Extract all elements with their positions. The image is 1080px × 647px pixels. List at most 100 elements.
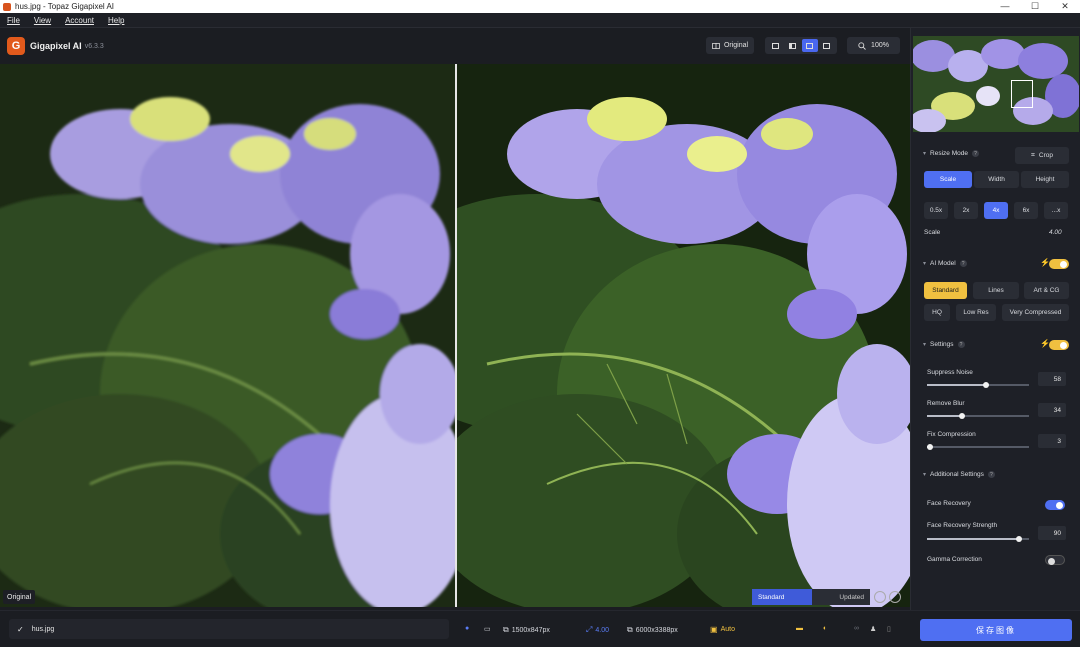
gigapixel-logo-icon: G: [7, 37, 25, 55]
ai-model-header[interactable]: ▾ AI Model ?: [923, 260, 967, 267]
output-size-icon: ⧉: [627, 625, 633, 634]
folder-icon[interactable]: ▭: [484, 625, 491, 633]
ai-model-toggle[interactable]: [1049, 259, 1069, 269]
model-lines[interactable]: Lines: [973, 282, 1019, 299]
preview-image-pane: [457, 64, 910, 607]
slider-knob[interactable]: [1015, 536, 1022, 542]
model-hq[interactable]: HQ: [924, 304, 950, 321]
person-icon[interactable]: ♟: [870, 625, 876, 633]
menu-file[interactable]: File: [0, 16, 27, 25]
tab-width[interactable]: Width: [974, 171, 1019, 188]
tab-height[interactable]: Height: [1021, 171, 1069, 188]
tab-scale[interactable]: Scale: [924, 171, 972, 188]
selected-check-icon[interactable]: ●: [465, 625, 469, 632]
output-size-value: 6000x3388px: [635, 626, 678, 634]
model-low-res[interactable]: Low Res: [956, 304, 996, 321]
output-scale: ⤢ 4.00: [586, 625, 609, 635]
slider-fill: [927, 538, 1019, 540]
viewport-indicator[interactable]: [1011, 80, 1033, 108]
slider-knob[interactable]: [927, 444, 934, 450]
auto-label: Auto: [720, 626, 735, 633]
original-image: [0, 64, 455, 607]
view-split-button[interactable]: [785, 39, 801, 52]
fix-compression-value[interactable]: 3: [1038, 434, 1066, 448]
face-recovery-toggle[interactable]: [1045, 500, 1065, 510]
quad-view-icon: [823, 42, 830, 49]
bottom-bar: ✓ hus.jpg ● ▭ ⧉ 1500x847px ⤢ 4.00 ⧉ 6000…: [0, 610, 1080, 647]
fix-compression-slider[interactable]: [927, 444, 1029, 450]
minimize-button[interactable]: —: [990, 0, 1020, 13]
remove-blur-slider[interactable]: [927, 413, 1029, 419]
help-icon[interactable]: ?: [959, 260, 967, 267]
compare-face-icon[interactable]: [874, 591, 886, 603]
file-list-item[interactable]: ✓ hus.jpg: [9, 619, 449, 639]
face-recovery-label: Face Recovery: [927, 500, 971, 507]
original-button-label: Original: [723, 42, 749, 49]
scale-option-custom[interactable]: ...x: [1044, 202, 1068, 219]
scale-value: 4.00: [1049, 229, 1062, 236]
view-single-button[interactable]: [768, 39, 784, 52]
face-recovery-strength-value[interactable]: 90: [1038, 526, 1066, 540]
zoom-icon: [858, 41, 866, 50]
compare-icon: [712, 42, 720, 49]
view-side-by-side-button[interactable]: [801, 39, 818, 52]
zoom-dropdown[interactable]: 100%: [847, 37, 900, 54]
output-scale-value: 4.00: [595, 626, 610, 634]
resize-mode-header[interactable]: ▾ Resize Mode ?: [923, 150, 979, 157]
gamma-correction-toggle[interactable]: [1045, 555, 1065, 565]
original-image-pane: [0, 64, 455, 607]
view-quad-button[interactable]: [819, 39, 835, 52]
scale-option-0-5x[interactable]: 0.5x: [924, 202, 948, 219]
export-settings-icon[interactable]: ▬: [796, 625, 803, 632]
trash-icon[interactable]: ▯: [887, 625, 891, 633]
face-recovery-strength-slider[interactable]: [927, 536, 1029, 542]
settings-face-icon[interactable]: [889, 591, 901, 603]
original-toggle-button[interactable]: Original: [706, 37, 754, 54]
link-icon[interactable]: ∞: [854, 625, 859, 632]
crop-button[interactable]: ⌗ Crop: [1015, 147, 1069, 164]
help-icon[interactable]: ?: [971, 150, 979, 157]
model-very-compressed[interactable]: Very Compressed: [1002, 304, 1069, 321]
maximize-button[interactable]: ☐: [1020, 0, 1050, 13]
checkmark-icon[interactable]: ✓: [17, 625, 24, 634]
model-status-tag: Standard Updated: [752, 589, 870, 605]
model-standard[interactable]: Standard: [924, 282, 967, 299]
output-size: ⧉ 6000x3388px: [627, 625, 678, 635]
window-title-bar: hus.jpg - Topaz Gigapixel AI — ☐ ✕: [0, 0, 1080, 13]
scale-option-2x[interactable]: 2x: [954, 202, 978, 219]
fix-compression-label: Fix Compression: [927, 431, 976, 438]
help-icon[interactable]: ?: [957, 341, 965, 348]
suppress-noise-value[interactable]: 58: [1038, 372, 1066, 386]
additional-settings-title: Additional Settings: [930, 471, 984, 478]
remove-blur-label: Remove Blur: [927, 400, 965, 407]
auto-mode[interactable]: ▣ Auto: [710, 625, 735, 634]
help-icon[interactable]: ?: [987, 471, 995, 478]
slider-knob[interactable]: [983, 382, 990, 388]
settings-panel: ▾ Resize Mode ? ⌗ Crop Scale Width Heigh…: [910, 28, 1080, 610]
remove-blur-value[interactable]: 34: [1038, 403, 1066, 417]
navigator-thumbnail[interactable]: [913, 36, 1079, 132]
input-size: ⧉ 1500x847px: [503, 625, 550, 635]
menu-bar: File View Account Help: [0, 13, 1080, 28]
preview-image: [457, 64, 910, 607]
image-size-icon: ⧉: [503, 625, 509, 634]
side-by-side-icon: [806, 42, 813, 49]
menu-help[interactable]: Help: [101, 16, 131, 25]
scale-option-4x[interactable]: 4x: [984, 202, 1008, 219]
single-view-icon: [772, 42, 779, 49]
slider-knob[interactable]: [958, 413, 965, 419]
menu-account[interactable]: Account: [58, 16, 101, 25]
save-image-button[interactable]: 保存图像: [920, 619, 1072, 641]
settings-header[interactable]: ▾ Settings ?: [923, 341, 965, 348]
model-tag-status: Updated: [839, 593, 864, 601]
face-icon[interactable]: ◐: [823, 625, 827, 632]
suppress-noise-slider[interactable]: [927, 382, 1029, 388]
model-art-cg[interactable]: Art & CG: [1024, 282, 1069, 299]
image-viewer[interactable]: Original Standard Updated: [0, 64, 910, 607]
close-button[interactable]: ✕: [1050, 0, 1080, 13]
settings-toggle[interactable]: [1049, 340, 1069, 350]
suppress-noise-label: Suppress Noise: [927, 369, 973, 376]
scale-option-6x[interactable]: 6x: [1014, 202, 1038, 219]
additional-settings-header[interactable]: ▾ Additional Settings ?: [923, 471, 995, 478]
menu-view[interactable]: View: [27, 16, 58, 25]
